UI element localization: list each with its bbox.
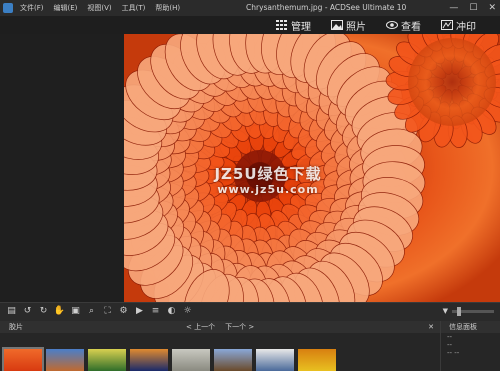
mode-photo[interactable]: 照片 (331, 18, 366, 33)
menu-view[interactable]: 视图(V) (87, 0, 111, 16)
bottom-toolbar: ▤ ↺ ↻ ✋ ▣ ⌕ ⛶ ⚙ ▶ ≡ ◐ ☼ ▼ (0, 302, 500, 321)
play-icon[interactable]: ▶ (134, 306, 145, 317)
thumbnail-lighthouse[interactable] (214, 349, 252, 371)
thumbnail-chrysanthemum[interactable] (2, 347, 44, 371)
watermark-line2: www.jz5u.com (217, 183, 319, 196)
filmstrip-title: 胶片 (9, 323, 23, 331)
watermark-line1: JZ5U绿色下载 (214, 165, 322, 183)
info-panel: 信息面板 -- -- -- -- (440, 321, 500, 371)
rotate-right-icon[interactable]: ↻ (38, 306, 49, 317)
window-controls: — ☐ ✕ (449, 0, 496, 16)
stack-icon[interactable]: ▤ (6, 306, 17, 317)
thumbnail-desert[interactable] (46, 349, 84, 371)
hand-icon[interactable]: ✋ (54, 306, 65, 317)
close-button[interactable]: ✕ (488, 3, 496, 13)
effects-icon[interactable]: ☼ (182, 306, 193, 317)
zoom-dropdown-icon[interactable]: ▼ (443, 307, 448, 315)
app-logo-icon (3, 3, 13, 13)
mode-manage-label: 管理 (291, 21, 311, 33)
menu-file[interactable]: 文件(F) (20, 0, 44, 16)
mode-develop-label: 冲印 (456, 21, 476, 33)
filmstrip-close-button[interactable]: ✕ (428, 321, 434, 333)
prev-button[interactable]: < 上一个 (186, 321, 215, 333)
rotate-left-icon[interactable]: ↺ (22, 306, 33, 317)
mode-develop[interactable]: 冲印 (441, 18, 476, 33)
zoom-icon[interactable]: ⌕ (86, 306, 97, 317)
info-row: -- -- (447, 349, 460, 357)
mode-bar: 管理 照片 查看 冲印 (0, 16, 500, 34)
grid-icon (276, 20, 287, 30)
thumbnail-hydrangeas[interactable] (88, 349, 126, 371)
filmstrip-header: 胶片 < 上一个 下一个 > ✕ (0, 321, 440, 333)
exposure-icon[interactable]: ◐ (166, 306, 177, 317)
menu-help[interactable]: 帮助(H) (155, 0, 180, 16)
filmstrip-nav: < 上一个 下一个 > (186, 321, 254, 333)
thumbnail-tulips[interactable] (298, 349, 336, 371)
mode-view[interactable]: 查看 (386, 18, 421, 33)
title-bar: 文件(F) 编辑(E) 视图(V) 工具(T) 帮助(H) Chrysanthe… (0, 0, 500, 16)
eye-icon (386, 21, 398, 29)
photo-icon (331, 20, 343, 30)
mode-view-label: 查看 (401, 21, 421, 33)
info-row: -- (447, 333, 453, 341)
mode-manage[interactable]: 管理 (276, 18, 311, 33)
develop-icon (441, 20, 453, 30)
zoom-slider[interactable] (452, 306, 494, 316)
next-button[interactable]: 下一个 > (225, 321, 254, 333)
window-title: Chrysanthemum.jpg - ACDSee Ultimate 10 (246, 3, 407, 12)
maximize-button[interactable]: ☐ (469, 3, 477, 13)
zoom-slider-thumb[interactable] (457, 306, 461, 316)
menu-tools[interactable]: 工具(T) (122, 0, 146, 16)
info-panel-title: 信息面板 (441, 321, 500, 333)
settings-icon[interactable]: ⚙ (118, 306, 129, 317)
levels-icon[interactable]: ≡ (150, 306, 161, 317)
filmstrip-panel: 胶片 < 上一个 下一个 > ✕ (0, 321, 440, 371)
thumbnail-penguins[interactable] (256, 349, 294, 371)
thumbnail-jellyfish[interactable] (130, 349, 168, 371)
zoom-control[interactable]: ▼ (443, 306, 494, 316)
left-panel (0, 34, 124, 302)
minimize-button[interactable]: — (449, 3, 458, 13)
menu-bar: 文件(F) 编辑(E) 视图(V) 工具(T) 帮助(H) (20, 0, 180, 16)
thumbnail-strip (2, 347, 336, 371)
fit-icon[interactable]: ⛶ (102, 306, 113, 317)
menu-edit[interactable]: 编辑(E) (54, 0, 78, 16)
mode-photo-label: 照片 (346, 21, 366, 33)
select-icon[interactable]: ▣ (70, 306, 81, 317)
thumbnail-koala[interactable] (172, 349, 210, 371)
watermark: JZ5U绿色下载 www.jz5u.com (200, 165, 336, 197)
info-row: -- (447, 341, 453, 349)
